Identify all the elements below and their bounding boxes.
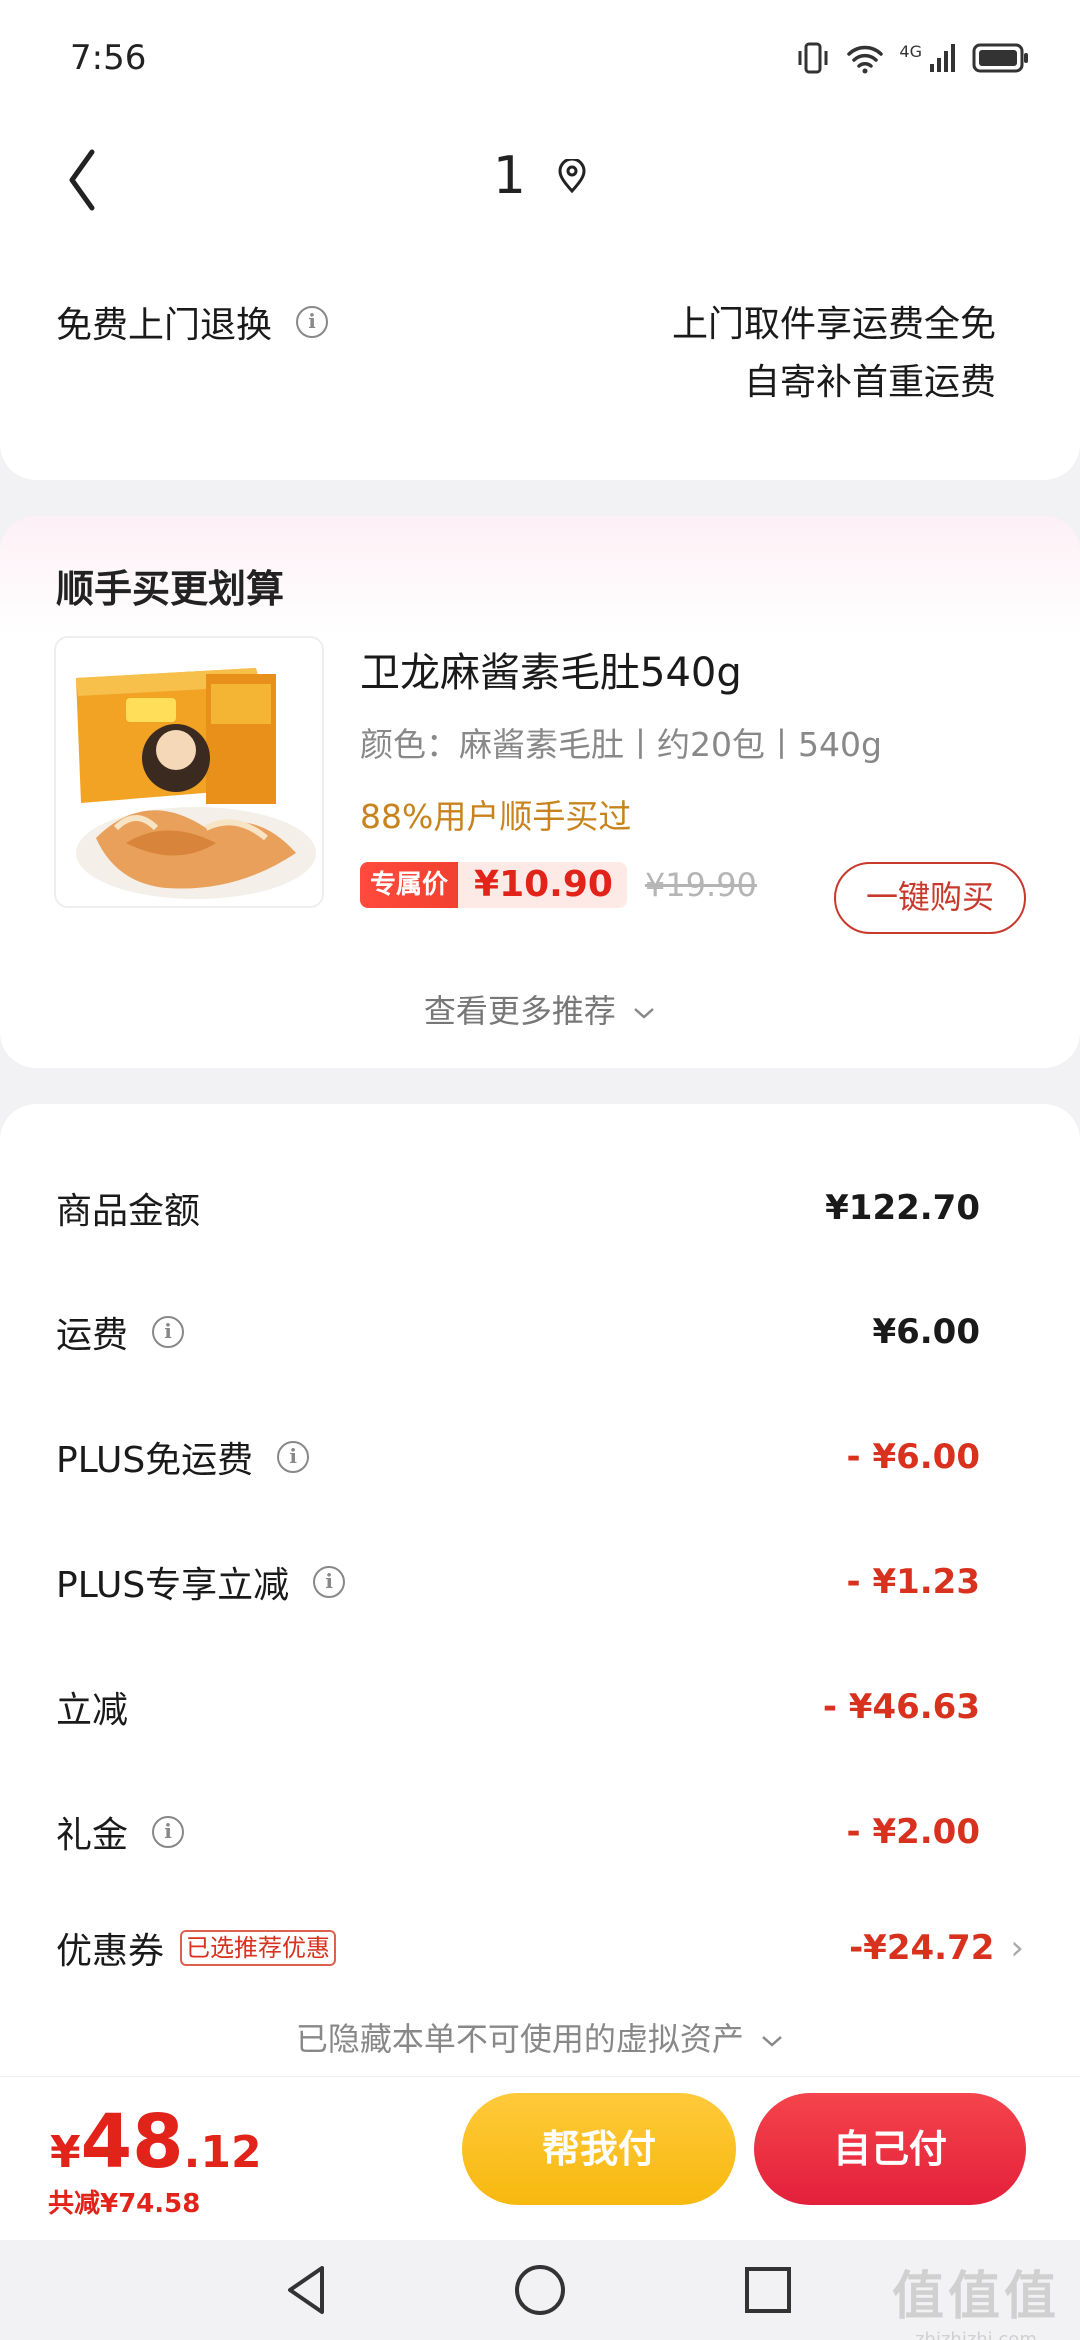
watermark-site: zhizhizhi.com (915, 2329, 1037, 2340)
summary-row-plus-free-shipping: PLUS免运费 i - ¥6.00 (56, 1429, 980, 1485)
summary-row-instant-discount: 立减 - ¥46.63 (56, 1679, 980, 1735)
summary-row-cash-gift: 礼金 i - ¥2.00 (56, 1804, 980, 1860)
summary-value: -¥24.72 (849, 1928, 995, 1968)
recommend-card: 顺手买更划算 卫龙麻酱素毛肚540g 颜色：麻酱素毛肚丨约20包丨540g 88… (0, 516, 1080, 1068)
chevron-down-icon (762, 2036, 782, 2047)
chevron-down-icon (634, 1008, 654, 1019)
summary-label: PLUS专享立减 (56, 1565, 290, 1606)
info-icon[interactable]: i (313, 1566, 346, 1598)
return-policy: 上门取件享运费全免 自寄补首重运费 (672, 296, 996, 412)
location-pin-icon[interactable] (557, 159, 587, 193)
currency-symbol: ¥ (50, 2127, 81, 2178)
summary-label: 立减 (56, 1690, 129, 1731)
summary-value: - ¥46.63 (822, 1687, 980, 1727)
nav-home-icon[interactable] (505, 2258, 575, 2322)
watermark: 值值值 zhizhizhi.com (892, 2254, 1060, 2340)
header: 1 (0, 120, 1080, 240)
order-summary-card: 商品金额 ¥122.70 运费 i ¥6.00 PLUS免运费 i - ¥6.0… (0, 1104, 1080, 2134)
watermark-mark: 值值值 (891, 2267, 1060, 2327)
product-spec: 颜色：麻酱素毛肚丨约20包丨540g (360, 725, 882, 764)
signal-icon (930, 44, 955, 72)
summary-label: 商品金额 (56, 1191, 201, 1232)
product-bought-rate: 88%用户顺手买过 (360, 797, 632, 836)
info-icon[interactable]: i (296, 306, 329, 338)
summary-label: 运费 (56, 1315, 129, 1356)
recommend-title: 顺手买更划算 (56, 567, 285, 611)
summary-label: 优惠券 (56, 1931, 165, 1972)
summary-value: ¥122.70 (825, 1188, 980, 1228)
pay-myself-button[interactable]: 自己付 (754, 2093, 1026, 2205)
help-me-pay-button[interactable]: 帮我付 (462, 2093, 736, 2205)
status-icons: 4G (795, 40, 1030, 76)
coupon-recommended-badge: 已选推荐优惠 (180, 1930, 337, 1966)
product-image[interactable] (54, 636, 324, 908)
vibrate-icon (798, 42, 828, 74)
nav-recents-icon[interactable] (733, 2258, 803, 2322)
hidden-assets-label: 已隐藏本单不可使用的虚拟资产 (295, 2020, 744, 2058)
network-type: 4G (899, 41, 922, 61)
more-recommendations-link[interactable]: 查看更多推荐 (0, 986, 1080, 1032)
page-title: 1 (492, 146, 526, 206)
snack-box-illustration (56, 638, 322, 906)
summary-row-coupon[interactable]: 优惠券 已选推荐优惠 -¥24.72 › (56, 1920, 1024, 1976)
original-price: ¥19.90 (644, 866, 757, 904)
nav-back-icon[interactable] (274, 2258, 344, 2322)
summary-row-shipping: 运费 i ¥6.00 (56, 1304, 980, 1360)
checkout-bar: ¥48.12 共减¥74.58 帮我付 自己付 (0, 2076, 1080, 2240)
info-icon[interactable]: i (277, 1441, 310, 1473)
total-saved[interactable]: 共减¥74.58 (48, 2183, 200, 2220)
summary-value: - ¥1.23 (846, 1562, 981, 1602)
summary-value: - ¥6.00 (846, 1437, 981, 1477)
price-row: 专属价 ¥10.90 ¥19.90 (360, 860, 757, 910)
more-recommendations-label: 查看更多推荐 (423, 992, 616, 1030)
exclusive-price-tag: 专属价 (360, 862, 459, 908)
battery-icon (972, 43, 1028, 73)
status-bar: 7:56 4G (0, 0, 1080, 120)
free-return-row[interactable]: 免费上门退换 i (56, 296, 329, 348)
product-name[interactable]: 卫龙麻酱素毛肚540g (360, 640, 742, 698)
info-icon[interactable]: i (152, 1316, 185, 1348)
summary-value: ¥6.00 (872, 1312, 980, 1352)
total-price: ¥48.12 (50, 2099, 262, 2185)
chevron-right-icon: › (1010, 1928, 1024, 1968)
exclusive-price: ¥10.90 (458, 862, 627, 908)
hidden-assets-toggle[interactable]: 已隐藏本单不可使用的虚拟资产 (0, 2014, 1080, 2060)
wifi-icon (847, 45, 884, 74)
return-policy-line2: 自寄补首重运费 (743, 362, 996, 403)
summary-label: PLUS免运费 (56, 1440, 254, 1481)
free-return-label: 免费上门退换 (56, 305, 273, 346)
title-wrap: 1 (0, 146, 1080, 206)
summary-label: 礼金 (56, 1815, 129, 1856)
one-click-buy-button[interactable]: 一键购买 (834, 862, 1026, 934)
return-policy-line1: 上门取件享运费全免 (671, 304, 996, 345)
info-icon[interactable]: i (152, 1816, 185, 1848)
summary-row-plus-discount: PLUS专享立减 i - ¥1.23 (56, 1554, 980, 1610)
return-info-card: 免费上门退换 i 上门取件享运费全免 自寄补首重运费 (0, 240, 1080, 480)
status-time: 7:56 (70, 38, 147, 78)
summary-row-goods-amount: 商品金额 ¥122.70 (56, 1180, 980, 1236)
total-decimal: .12 (183, 2127, 262, 2178)
summary-value: - ¥2.00 (846, 1812, 981, 1852)
total-integer: 48 (80, 2099, 184, 2185)
